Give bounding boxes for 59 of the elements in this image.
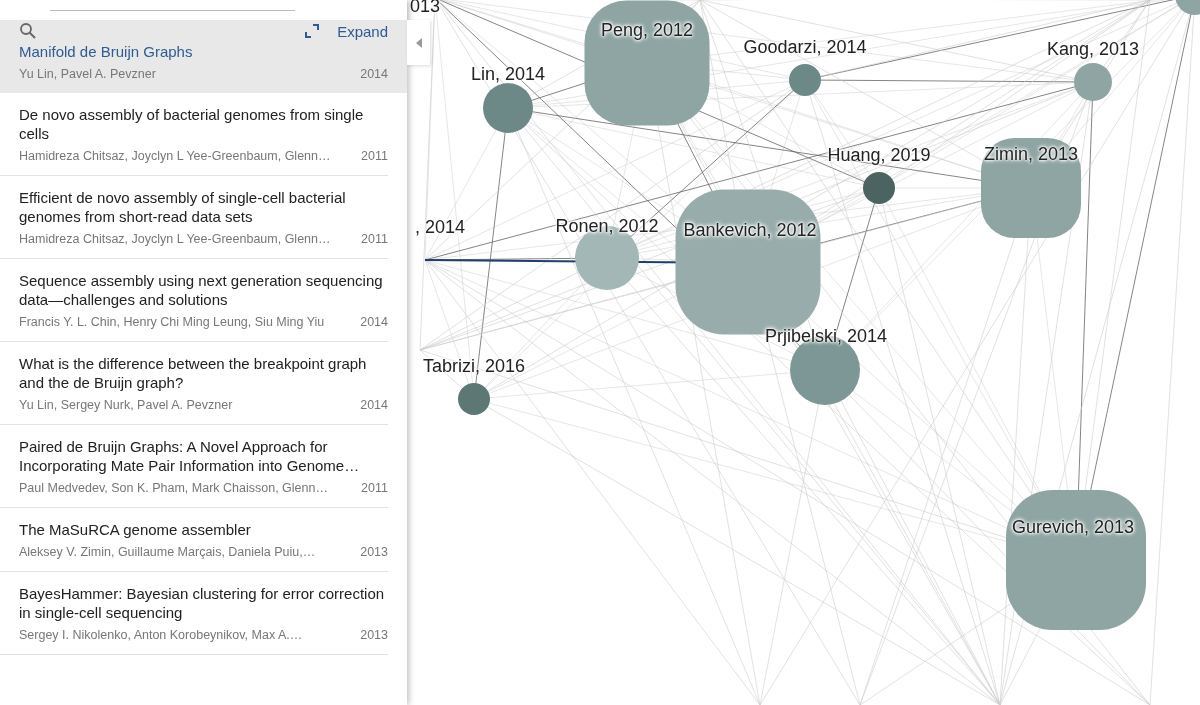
paper-authors: Yu Lin, Sergey Nurk, Pavel A. Pevzner [19,398,233,412]
paper-item[interactable]: BayesHammer: Bayesian clustering for error correction in single-cell sequencing Sergey I. Nikolenko, Anton Korobeynikov, Max A.… 2013 [0,572,388,655]
graph-node[interactable] [981,138,1081,238]
paper-year: 2011 [361,232,388,246]
paper-year: 2011 [361,481,388,495]
paper-title[interactable]: De novo assembly of bacterial genomes from single cells [19,105,388,143]
node-label: Prjibelski, 2014 [764,326,888,347]
paper-item[interactable]: What is the difference between the breakpoint graph and the de Bruijn graph? Yu Lin, Sergey Nurk, Pavel A. Pevzner 2014 [0,342,388,425]
node-label: Ronen, 2012 [555,216,659,237]
paper-authors: Yu Lin, Pavel A. Pevzner [19,67,156,81]
node-label: Lin, 2014 [470,64,546,85]
paper-authors: Aleksey V. Zimin, Guillaume Marçais, Daniela Puiu,… [19,545,316,559]
paper-authors: Hamidreza Chitsaz, Joyclyn L Yee-Greenbaum, Glenn… [19,149,331,163]
paper-item[interactable]: Efficient de novo assembly of single-cell bacterial genomes from short-read data sets Hamidreza Chitsaz, Joyclyn L Yee-Greenbaum, Glenn… 2011 [0,176,388,259]
graph-node[interactable] [1175,0,1200,15]
node-label: Kang, 2013 [1046,39,1140,60]
graph-node[interactable] [789,64,821,96]
search-icon[interactable] [19,22,37,40]
node-label: Huang, 2019 [827,145,931,166]
expand-icon [305,24,320,38]
paper-title[interactable]: What is the difference between the breakpoint graph and the de Bruijn graph? [19,354,388,392]
node-label: Bankevich, 2012 [683,220,817,241]
paper-year: 2013 [360,545,388,559]
graph-node[interactable] [1006,490,1146,630]
node-label: Zimin, 2013 [984,144,1078,165]
graph-node[interactable] [1074,63,1112,101]
paper-authors: Hamidreza Chitsaz, Joyclyn L Yee-Greenbaum, Glenn… [19,232,331,246]
paper-year: 2014 [360,67,388,81]
paper-item[interactable]: De novo assembly of bacterial genomes from single cells Hamidreza Chitsaz, Joyclyn L Yee-Greenbaum, Glenn… 2011 [0,93,388,176]
node-label: 013 [410,0,440,17]
paper-year: 2011 [361,149,388,163]
paper-item[interactable]: Paired de Bruijn Graphs: A Novel Approach for Incorporating Mate Pair Information into Genome… Paul Medvedev, Son K. Pham, Mark Chaisson, Glenn… 2011 [0,425,388,508]
paper-authors: Sergey I. Nikolenko, Anton Korobeynikov, Max A.… [19,628,303,642]
node-label: Goodarzi, 2014 [743,37,867,58]
paper-year: 2013 [360,628,388,642]
paper-authors: Francis Y. L. Chin, Henry Chi Ming Leung, Siu Ming Yiu [19,315,325,329]
paper-title[interactable]: Efficient de novo assembly of single-cell bacterial genomes from short-read data sets [19,188,388,226]
graph-node[interactable] [863,172,895,204]
paper-item[interactable]: Expand Manifold de Bruijn Graphs Yu Lin, Pavel A. Pevzner 2014 [0,20,407,93]
node-label: Tabrizi, 2016 [422,356,526,377]
paper-title[interactable]: Paired de Bruijn Graphs: A Novel Approach for Incorporating Mate Pair Information into Genome… [19,437,388,475]
graph-node[interactable] [584,0,710,126]
paper-year: 2014 [360,315,388,329]
paper-item[interactable]: The MaSuRCA genome assembler Aleksey V. Zimin, Guillaume Marçais, Daniela Puiu,… 2013 [0,508,388,572]
paper-title[interactable]: Sequence assembly using next generation sequencing data—challenges and solutions [19,271,388,309]
node-label: , 2014 [415,217,465,238]
collapse-icon [415,37,422,48]
graph-node[interactable] [458,383,490,415]
paper-year: 2014 [360,398,388,412]
node-label: Gurevich, 2013 [1011,517,1135,538]
paper-title[interactable]: BayesHammer: Bayesian clustering for error correction in single-cell sequencing [19,584,388,622]
graph-node[interactable] [483,83,533,133]
collapse-tab[interactable] [407,20,430,65]
node-label: Peng, 2012 [600,20,694,41]
paper-authors: Paul Medvedev, Son K. Pham, Mark Chaisson, Glenn… [19,481,328,495]
expand-button[interactable]: Expand [305,22,388,40]
paper-item[interactable]: Sequence assembly using next generation sequencing data—challenges and solutions Francis Y. L. Chin, Henry Chi Ming Leung, Siu Ming Yiu 2014 [0,259,388,342]
paper-title[interactable]: Manifold de Bruijn Graphs [19,42,388,61]
paper-title[interactable]: The MaSuRCA genome assembler [19,520,388,539]
